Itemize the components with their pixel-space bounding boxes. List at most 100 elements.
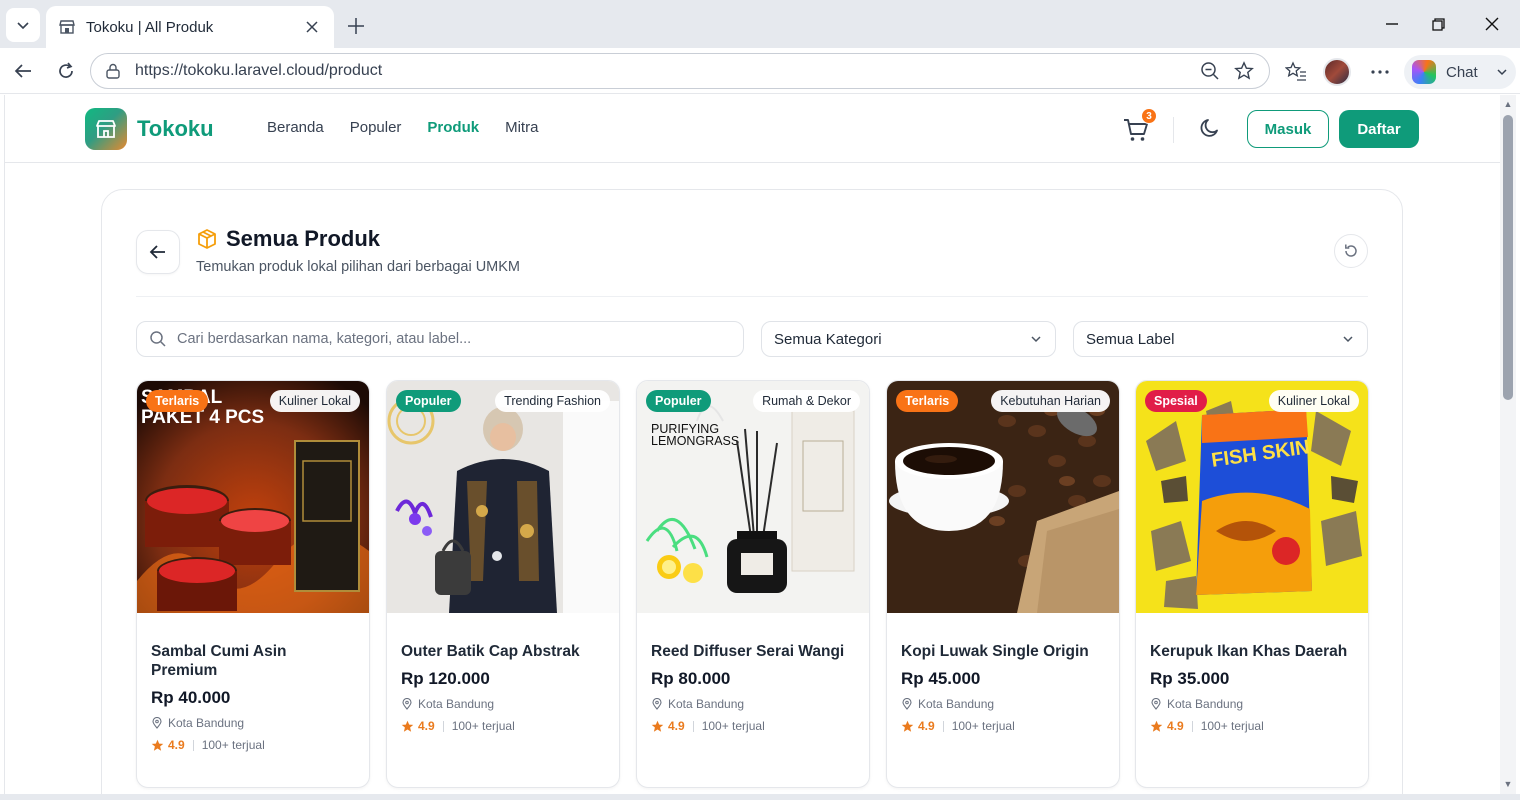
product-rating: 4.9 bbox=[418, 719, 435, 733]
site-header: Tokoku Beranda Populer Produk Mitra 3 Ma… bbox=[5, 95, 1500, 163]
search-box[interactable] bbox=[136, 321, 744, 357]
product-category-badge: Kebutuhan Harian bbox=[991, 390, 1110, 412]
chat-label: Chat bbox=[1446, 63, 1478, 81]
product-name[interactable]: Outer Batik Cap Abstrak bbox=[401, 642, 607, 661]
product-sold: 100+ terjual bbox=[451, 719, 515, 733]
star-outline-icon bbox=[1234, 61, 1254, 80]
reload-icon bbox=[59, 62, 73, 78]
product-location-text: Kota Bandung bbox=[168, 716, 245, 730]
main-nav: Beranda Populer Produk Mitra bbox=[267, 119, 538, 136]
map-pin-icon bbox=[652, 698, 662, 710]
product-card[interactable]: Terlaris Kebutuhan Harian Kopi Luwak Sin… bbox=[886, 380, 1120, 788]
product-rating: 4.9 bbox=[1167, 719, 1184, 733]
restore-button[interactable] bbox=[1418, 10, 1458, 38]
scroll-down-arrow-icon[interactable]: ▼ bbox=[1503, 779, 1513, 789]
cart-count-badge: 3 bbox=[1141, 108, 1157, 124]
copilot-chat-button[interactable]: Chat bbox=[1404, 55, 1516, 89]
address-bar[interactable]: https://tokoku.laravel.cloud/product bbox=[90, 53, 1270, 89]
cart-button[interactable]: 3 bbox=[1123, 108, 1157, 143]
zoom-button[interactable] bbox=[1197, 58, 1223, 84]
more-menu-button[interactable] bbox=[1366, 58, 1394, 86]
minimize-icon bbox=[1386, 23, 1398, 25]
product-info: Reed Diffuser Serai Wangi Rp 80.000 Kota… bbox=[651, 642, 857, 733]
reload-button[interactable] bbox=[51, 56, 81, 86]
browser-tab-bar: Tokoku | All Produk bbox=[0, 0, 1520, 48]
nav-link-mitra[interactable]: Mitra bbox=[505, 119, 538, 136]
product-name[interactable]: Kerupuk Ikan Khas Daerah bbox=[1150, 642, 1356, 661]
map-pin-icon bbox=[1151, 698, 1161, 710]
arrow-left-icon bbox=[14, 64, 31, 78]
category-select[interactable]: Semua Kategori bbox=[761, 321, 1056, 357]
favorites-button[interactable] bbox=[1282, 58, 1310, 86]
close-icon bbox=[1485, 17, 1499, 31]
theme-toggle-button[interactable] bbox=[1199, 117, 1223, 141]
map-pin-icon bbox=[152, 717, 162, 729]
store-logo-icon bbox=[85, 108, 127, 150]
meta-separator bbox=[692, 720, 694, 732]
product-card[interactable]: PURIFYING LEMONGRASS Populer Rumah & Dek… bbox=[636, 380, 870, 788]
meta-separator bbox=[942, 720, 944, 732]
browser-toolbar: https://tokoku.laravel.cloud/product Cha… bbox=[0, 48, 1520, 94]
scroll-up-arrow-icon[interactable]: ▲ bbox=[1503, 99, 1513, 109]
product-name[interactable]: Sambal Cumi Asin Premium bbox=[151, 642, 357, 680]
page-scrollbar[interactable]: ▲ ▼ bbox=[1500, 95, 1516, 795]
nav-link-beranda[interactable]: Beranda bbox=[267, 119, 324, 136]
product-info: Sambal Cumi Asin Premium Rp 40.000 Kota … bbox=[151, 642, 357, 752]
product-image[interactable] bbox=[887, 381, 1119, 613]
meta-separator bbox=[192, 739, 194, 751]
back-nav-button[interactable] bbox=[8, 56, 38, 86]
map-pin-icon bbox=[902, 698, 912, 710]
product-name[interactable]: Reed Diffuser Serai Wangi bbox=[651, 642, 857, 661]
site-info-icon[interactable] bbox=[103, 61, 123, 81]
scrollbar-thumb[interactable] bbox=[1503, 115, 1513, 400]
product-badge: Terlaris bbox=[896, 390, 959, 412]
tab-close-button[interactable] bbox=[302, 17, 322, 37]
product-meta: 4.9 100+ terjual bbox=[901, 719, 1107, 733]
product-category-badge: Kuliner Lokal bbox=[269, 390, 360, 412]
star-icon bbox=[401, 720, 414, 732]
product-info: Kopi Luwak Single Origin Rp 45.000 Kota … bbox=[901, 642, 1107, 733]
login-button[interactable]: Masuk bbox=[1247, 110, 1329, 148]
window-close-button[interactable] bbox=[1472, 10, 1512, 38]
new-tab-button[interactable] bbox=[342, 12, 370, 40]
register-button[interactable]: Daftar bbox=[1339, 110, 1419, 148]
product-rating: 4.9 bbox=[168, 738, 185, 752]
minimize-button[interactable] bbox=[1372, 10, 1412, 38]
product-name[interactable]: Kopi Luwak Single Origin bbox=[901, 642, 1107, 661]
product-image[interactable]: SAMBAL PAKET 4 PCS bbox=[137, 381, 369, 613]
chevron-down-icon bbox=[1031, 336, 1041, 343]
star-icon bbox=[151, 739, 164, 751]
search-icon bbox=[150, 331, 166, 347]
product-location-text: Kota Bandung bbox=[918, 697, 995, 711]
brand-link[interactable]: Tokoku bbox=[85, 108, 214, 150]
reset-filter-button[interactable] bbox=[1334, 234, 1368, 268]
product-image[interactable]: PURIFYING LEMONGRASS bbox=[637, 381, 869, 613]
product-card[interactable]: FISH SKIN Spesial Kuliner Lokal Kerupuk … bbox=[1135, 380, 1369, 788]
product-location-text: Kota Bandung bbox=[668, 697, 745, 711]
header-divider bbox=[1173, 117, 1174, 143]
favorite-button[interactable] bbox=[1231, 58, 1257, 84]
tab-list-button[interactable] bbox=[6, 8, 40, 42]
url-text[interactable]: https://tokoku.laravel.cloud/product bbox=[135, 62, 1189, 80]
search-input[interactable] bbox=[177, 331, 731, 347]
profile-avatar[interactable] bbox=[1323, 58, 1351, 86]
product-category-badge: Kuliner Lokal bbox=[1268, 390, 1359, 412]
product-location: Kota Bandung bbox=[1150, 697, 1356, 711]
nav-link-populer[interactable]: Populer bbox=[350, 119, 402, 136]
product-info: Kerupuk Ikan Khas Daerah Rp 35.000 Kota … bbox=[1150, 642, 1356, 733]
product-badge: Spesial bbox=[1145, 390, 1207, 412]
nav-link-produk[interactable]: Produk bbox=[427, 119, 479, 136]
product-rating: 4.9 bbox=[668, 719, 685, 733]
chevron-down-icon bbox=[1497, 69, 1507, 76]
back-button[interactable] bbox=[136, 230, 180, 274]
star-icon bbox=[1150, 720, 1163, 732]
product-location: Kota Bandung bbox=[651, 697, 857, 711]
product-card[interactable]: Populer Trending Fashion Outer Batik Cap… bbox=[386, 380, 620, 788]
browser-tab[interactable]: Tokoku | All Produk bbox=[46, 6, 334, 48]
label-select[interactable]: Semua Label bbox=[1073, 321, 1368, 357]
product-price: Rp 35.000 bbox=[1150, 669, 1230, 688]
map-pin-icon bbox=[402, 698, 412, 710]
product-card[interactable]: SAMBAL PAKET 4 PCS Terlaris Kuliner Loka… bbox=[136, 380, 370, 788]
product-image[interactable]: FISH SKIN bbox=[1136, 381, 1368, 613]
product-image[interactable] bbox=[387, 381, 619, 613]
